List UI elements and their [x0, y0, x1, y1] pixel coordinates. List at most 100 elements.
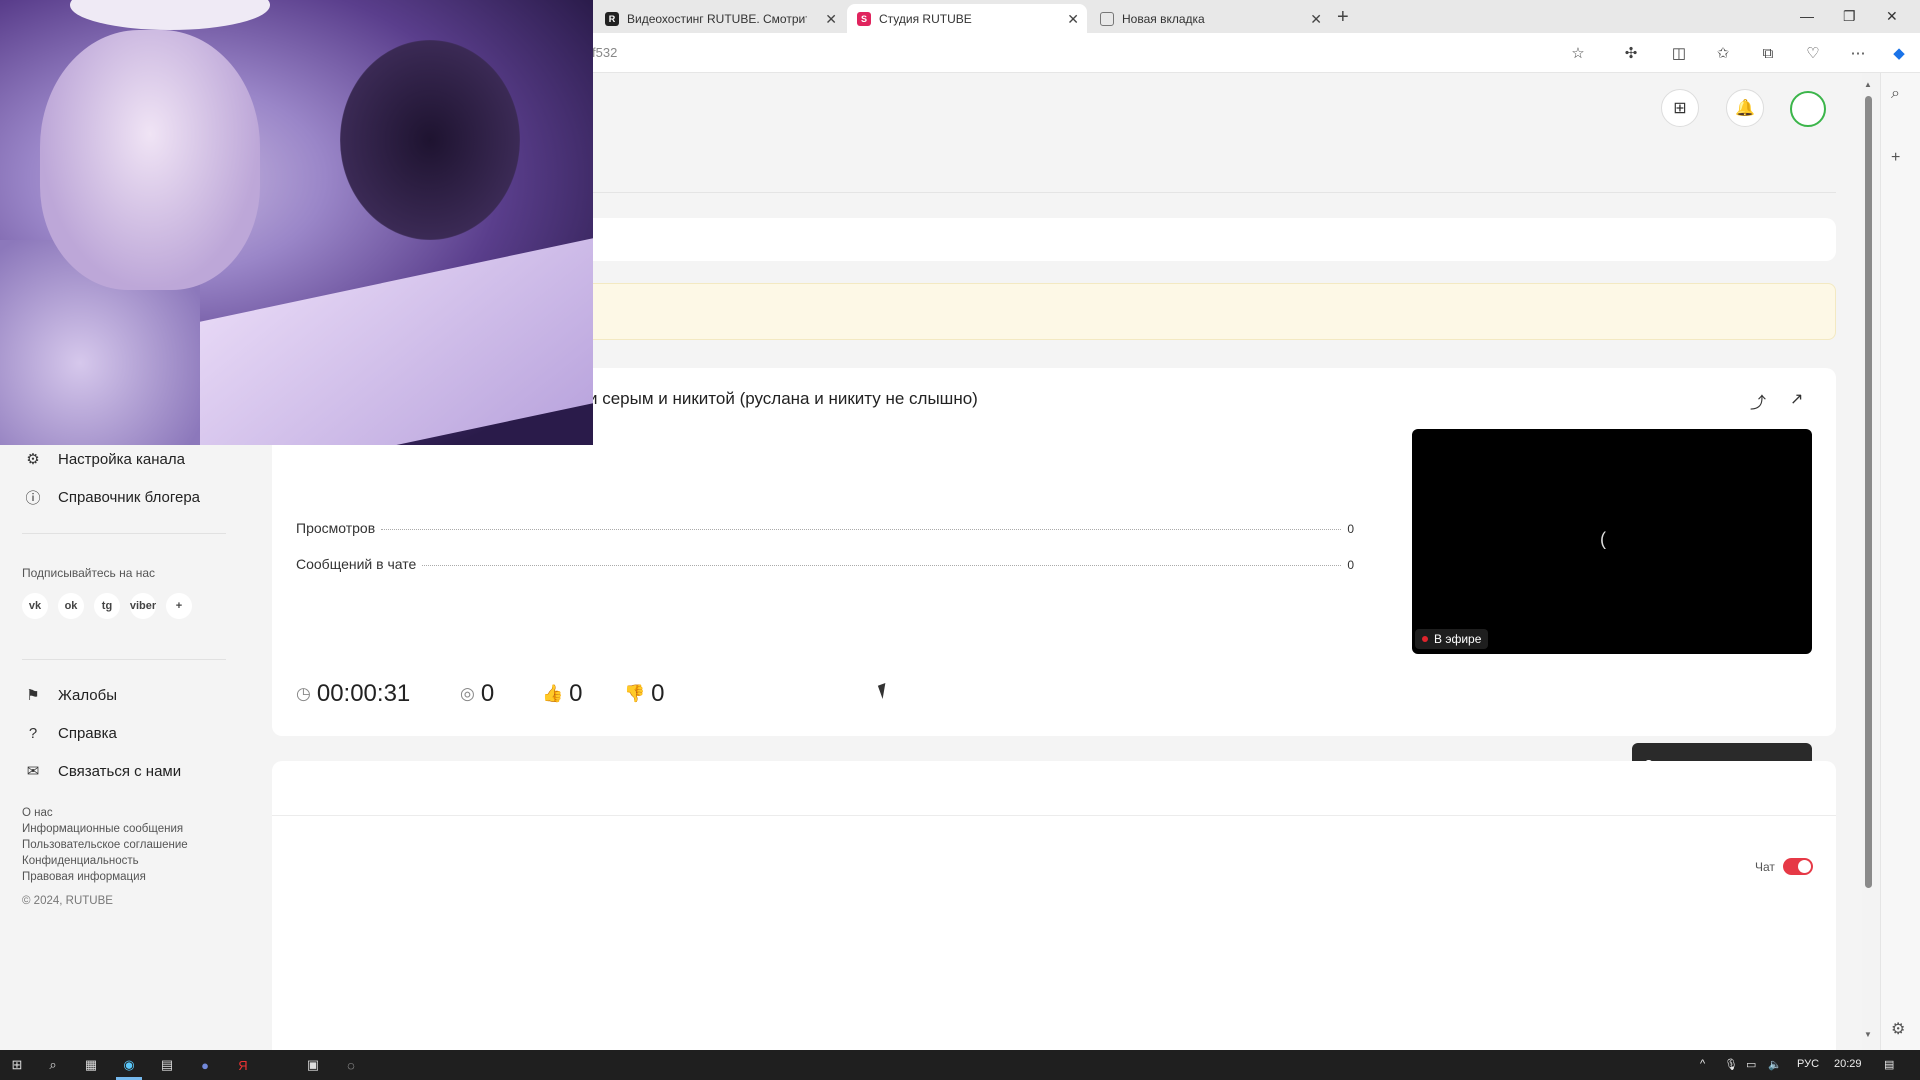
dislikes-metric: 👎 0 — [624, 680, 665, 708]
dotted-leader — [422, 565, 1342, 566]
browser-essentials-icon[interactable]: ♡ — [1803, 43, 1823, 63]
split-screen-icon[interactable]: ◫ — [1669, 43, 1689, 63]
live-badge: В эфире — [1415, 629, 1489, 649]
yandex-browser-icon[interactable]: Я — [234, 1056, 252, 1074]
close-icon[interactable]: ✕ — [1310, 11, 1322, 28]
page-scrollbar[interactable]: ▲ ▼ — [1862, 80, 1874, 1040]
copilot-icon[interactable]: ◆ — [1889, 43, 1909, 63]
sidebar-item-label[interactable]: Жалобы — [58, 687, 117, 704]
sidebar-item-label: Справочник блогера — [58, 488, 201, 506]
volume-icon[interactable]: 🔈 — [1768, 1058, 1782, 1071]
minimize-icon[interactable]: — — [1800, 8, 1814, 24]
search-icon[interactable]: ⌕ — [44, 1056, 62, 1074]
footer-link-about[interactable]: О нас — [22, 807, 53, 819]
share-icon[interactable]: ⤴ — [1750, 389, 1766, 413]
favorite-star-icon[interactable]: ☆ — [1568, 43, 1588, 63]
external-link-icon[interactable]: ↗ — [1790, 389, 1803, 409]
sidebar-item-channel-settings[interactable]: ⚙ Настройка канала — [22, 448, 185, 470]
scroll-up-icon[interactable]: ▲ — [1864, 80, 1872, 89]
footer-link-legal[interactable]: Правовая информация — [22, 871, 146, 883]
notes-app-icon[interactable]: ▤ — [158, 1056, 176, 1074]
sidebar-item-help[interactable]: ? Справка — [22, 722, 117, 744]
sidebar-item-contact[interactable]: ✉ Связаться с нами — [22, 760, 181, 782]
notifications-bell-icon[interactable]: 🔔 — [1726, 89, 1764, 127]
windows-start-icon[interactable]: ⊞ — [8, 1056, 26, 1074]
live-label: В эфире — [1434, 632, 1482, 646]
more-menu-icon[interactable]: ⋯ — [1848, 43, 1868, 63]
clock-time[interactable]: 20:29 — [1834, 1058, 1862, 1070]
clock-icon: ◷ — [296, 684, 311, 703]
scroll-down-icon[interactable]: ▼ — [1864, 1030, 1872, 1039]
extensions-icon[interactable]: ✣ — [1621, 43, 1641, 63]
sidebar-item-label[interactable]: Справка — [58, 725, 117, 742]
chat-divider — [272, 815, 1836, 816]
close-icon[interactable]: ✕ — [825, 11, 837, 28]
microphone-icon[interactable]: 🎙 — [1724, 1058, 1738, 1071]
restore-icon[interactable]: ❐ — [1843, 8, 1856, 25]
loading-spinner-icon: ( — [1600, 529, 1606, 549]
add-sidebar-app-icon[interactable]: + — [1891, 149, 1900, 167]
info-badge-icon: ⓘ — [25, 489, 41, 507]
mail-icon: ✉ — [26, 763, 40, 780]
sidebar-item-blogger-guide[interactable]: ⓘ Справочник блогера — [22, 486, 200, 508]
footer-link-info[interactable]: Информационные сообщения — [22, 823, 183, 835]
sidebar-item-complaints[interactable]: ⚑ Жалобы — [22, 684, 117, 706]
viewer-icon: ◎ — [460, 684, 475, 703]
tab-rutube-studio[interactable]: S Студия RUTUBE ✕ — [847, 4, 1087, 33]
sidebar-item-label[interactable]: Связаться с нами — [58, 763, 181, 780]
odnoklassniki-icon[interactable]: ok — [58, 593, 84, 619]
chat-card — [272, 761, 1836, 1080]
avatar[interactable] — [1790, 91, 1826, 127]
help-circle-icon: ? — [28, 724, 38, 742]
viewers-value: 0 — [480, 680, 495, 707]
add-content-icon[interactable]: ⊞ — [1661, 89, 1699, 127]
tab-rutube-video[interactable]: R Видеохостинг RUTUBE. Смотрите ✕ — [595, 4, 845, 33]
likes-metric: 👍 0 — [542, 680, 583, 708]
subscribe-heading: Подписывайтесь на нас — [22, 566, 156, 580]
file-explorer-icon[interactable]: ▦ — [82, 1056, 100, 1074]
footer-link-agreement[interactable]: Пользовательское соглашение — [22, 839, 188, 851]
stat-views: Просмотров 0 — [296, 520, 1354, 536]
notifications-icon[interactable]: ▤ — [1884, 1058, 1894, 1071]
close-icon[interactable]: ✕ — [1067, 11, 1079, 28]
search-icon[interactable]: ⌕ — [1891, 85, 1900, 103]
vk-icon[interactable]: vk — [22, 593, 48, 619]
new-tab-button[interactable]: + — [1337, 6, 1349, 29]
tab-new-tab[interactable]: Новая вкладка ✕ — [1090, 4, 1330, 33]
chat-toggle[interactable] — [1783, 858, 1813, 875]
tab-label: Студия RUTUBE — [879, 11, 972, 26]
plus-icon[interactable]: + — [166, 593, 192, 619]
stream-preview-player[interactable]: ( — [1412, 429, 1812, 654]
webcam-hat — [70, 0, 270, 30]
discord-icon[interactable]: ● — [196, 1056, 214, 1074]
url-text[interactable]: f532 — [592, 45, 617, 60]
telegram-icon[interactable]: tg — [94, 593, 120, 619]
tab-label: Новая вкладка — [1122, 11, 1205, 26]
webcam-headphones — [340, 40, 520, 240]
thumbs-up-icon: 👍 — [542, 684, 564, 703]
stat-label: Сообщений в чате — [296, 556, 417, 572]
close-window-icon[interactable]: ✕ — [1886, 8, 1898, 25]
settings-gear-icon[interactable]: ⚙ — [1891, 1019, 1905, 1039]
webcam-desk — [200, 238, 593, 445]
sidebar-divider — [22, 659, 226, 660]
thumbs-down-icon: 👎 — [624, 684, 646, 703]
tab-label: Видеохостинг RUTUBE. Смотрите — [627, 11, 807, 26]
chat-toggle-label: Чат — [1755, 860, 1775, 874]
newtab-page-icon — [1100, 11, 1114, 26]
favorites-icon[interactable]: ✩ — [1713, 43, 1733, 63]
webcam-person — [40, 30, 260, 290]
viber-icon[interactable]: viber — [130, 593, 156, 619]
stat-label: Просмотров — [296, 520, 376, 536]
footer-link-privacy[interactable]: Конфиденциальность — [22, 855, 139, 867]
obs-icon[interactable]: ◌ — [342, 1056, 360, 1074]
collections-icon[interactable]: ⧉ — [1758, 43, 1778, 63]
edge-browser-icon[interactable]: ◉ — [120, 1056, 138, 1074]
scrollbar-thumb[interactable] — [1865, 96, 1872, 888]
live-dot-icon — [1422, 636, 1428, 642]
tray-overflow-icon[interactable]: ^ — [1700, 1058, 1705, 1070]
language-indicator[interactable]: РУС — [1797, 1058, 1819, 1070]
network-icon[interactable]: ▭ — [1746, 1058, 1756, 1071]
dotted-leader — [381, 529, 1342, 530]
app-window-icon[interactable]: ▣ — [304, 1056, 322, 1074]
